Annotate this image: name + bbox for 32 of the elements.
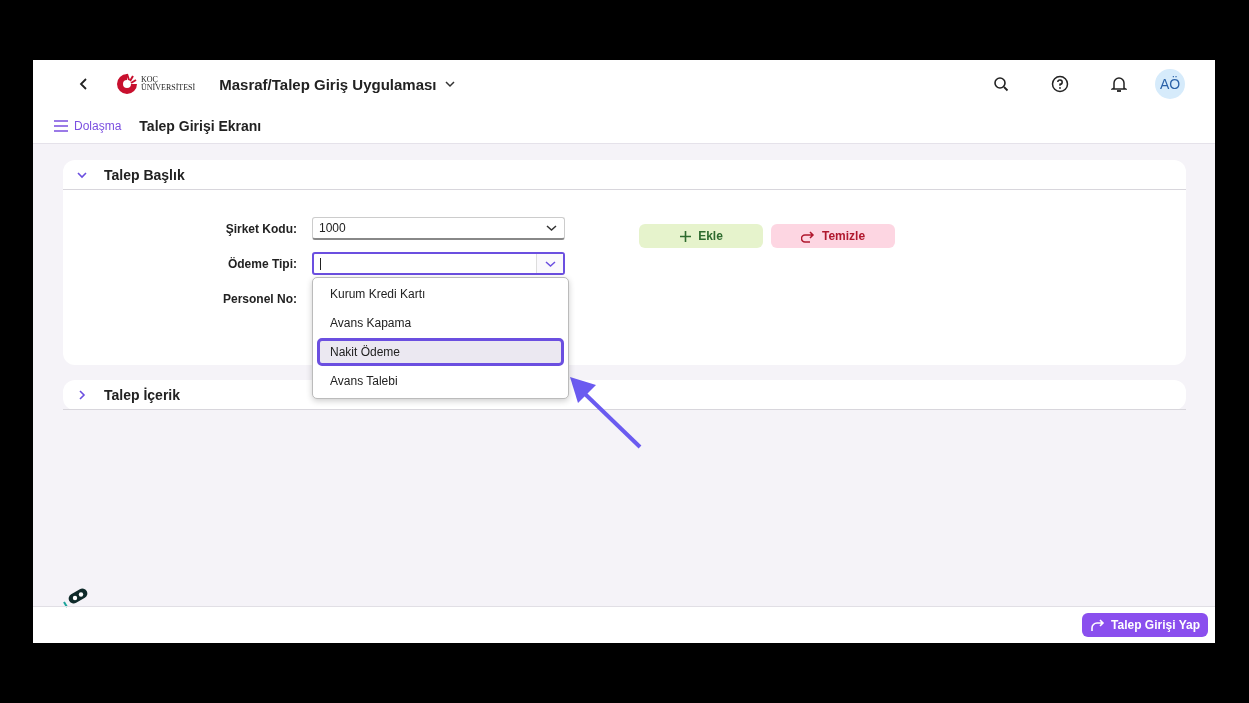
help-icon[interactable] [1051,75,1069,93]
menu-icon [53,119,69,132]
university-logo-text: KOÇ ÜNİVERSİTESİ [141,76,196,92]
dropdown-option[interactable]: Nakit Ödeme [317,338,564,366]
dropdown-option[interactable]: Kurum Kredi Kartı [317,280,564,308]
search-icon[interactable] [993,76,1009,92]
field-label: Ödeme Tipi: [226,256,297,271]
field-label: Personel No: [222,291,297,306]
chevron-down-icon[interactable] [444,80,455,88]
submit-request-button[interactable]: Talep Girişi Yap [1082,613,1208,637]
back-icon[interactable] [79,77,89,91]
dropdown-option[interactable]: Avans Kapama [317,309,564,337]
chevron-down-icon [545,224,557,232]
plus-icon [679,229,693,243]
page-title: Talep Girişi Ekranı [139,117,262,134]
clear-button[interactable]: Temizle [771,224,895,248]
section-title[interactable]: Talep Başlık [104,166,185,183]
shell-logo-icon [115,73,139,95]
dropdown-option[interactable]: Avans Talebi [317,367,564,395]
chevron-down-icon [544,259,556,268]
share-arrow-icon [1090,618,1107,632]
app-title[interactable]: Masraf/Talep Giriş Uygulaması [219,75,437,93]
redo-arrow-icon [800,229,816,243]
user-avatar[interactable]: AÖ [1155,69,1185,99]
chevron-right-icon[interactable] [76,388,88,401]
select-value: 1000 [319,221,347,235]
field-label: Şirket Kodu: [224,221,297,236]
add-button[interactable]: Ekle [639,224,763,248]
section-title[interactable]: Talep İçerik [104,386,180,403]
navigation-button[interactable]: Dolaşma [53,118,122,133]
select-field[interactable]: 1000 [312,217,565,240]
bell-icon[interactable] [1111,75,1127,93]
